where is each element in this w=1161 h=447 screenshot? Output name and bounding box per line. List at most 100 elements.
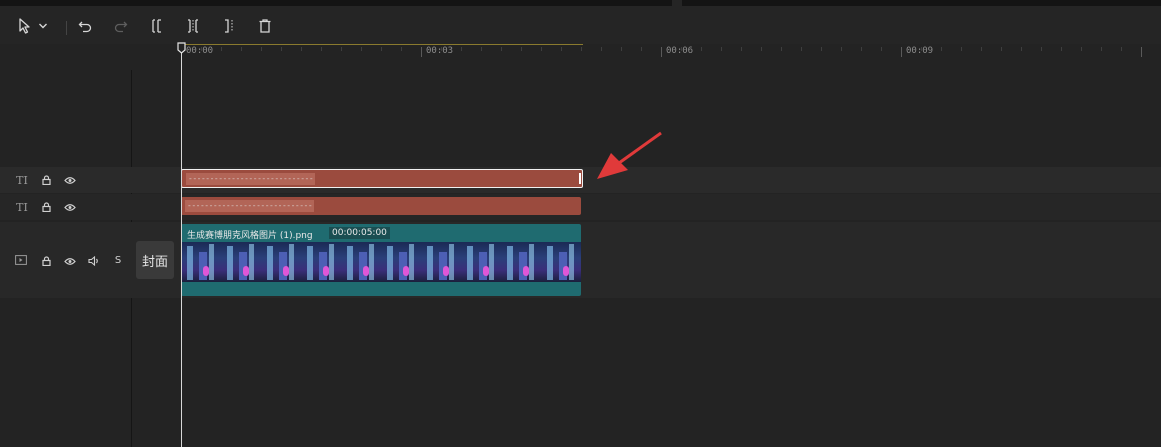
- text-clip[interactable]: -----------------------------: [181, 197, 581, 215]
- ruler-minor-tick: [261, 47, 262, 51]
- video-clip[interactable]: 生成赛博朋克风格图片 (1).png 00:00:05:00: [181, 224, 581, 296]
- ruler-minor-tick: [1061, 47, 1062, 51]
- ruler-minor-tick: [961, 47, 962, 51]
- text-clip-selected[interactable]: -----------------------------: [181, 169, 583, 188]
- eye-icon[interactable]: [63, 254, 77, 268]
- split-left-button[interactable]: [146, 15, 168, 37]
- clip-thumbnail: [301, 242, 341, 282]
- ruler-minor-tick: [381, 47, 382, 51]
- clip-thumbnail: [541, 242, 581, 282]
- delete-button[interactable]: [254, 15, 276, 37]
- ruler-minor-tick: [241, 47, 242, 51]
- ruler-label-6: 00:06: [666, 46, 694, 56]
- select-tool-dropdown[interactable]: [36, 15, 50, 37]
- playhead-handle-icon[interactable]: [177, 42, 186, 54]
- eye-icon[interactable]: [63, 200, 77, 214]
- redo-button[interactable]: [110, 15, 132, 37]
- clip-file-name: 生成赛博朋克风格图片 (1).png: [187, 231, 313, 241]
- split-icon: [188, 19, 198, 33]
- select-tool-button[interactable]: [14, 15, 36, 37]
- ruler-minor-tick: [941, 47, 942, 51]
- text-clip-label: -----------------------------: [185, 200, 315, 212]
- clip-thumbnail: [181, 242, 221, 282]
- speaker-icon[interactable]: [87, 254, 101, 268]
- ruler-minor-tick: [1081, 47, 1082, 51]
- ruler-minor-tick: [581, 47, 582, 51]
- split-right-button[interactable]: [218, 15, 240, 37]
- annotation-arrow-icon: [597, 131, 662, 179]
- ruler-minor-tick: [221, 47, 222, 51]
- ruler-label-9: 00:09: [906, 46, 934, 56]
- ruler-minor-tick: [1021, 47, 1022, 51]
- ruler-minor-tick: [321, 47, 322, 51]
- timeline-editor: 00:00 00:03 00:06 00:09 TI TI S 封面 -----…: [0, 0, 1161, 447]
- clip-thumbnail: [461, 242, 501, 282]
- clip-thumbnail: [341, 242, 381, 282]
- ruler-minor-tick: [801, 47, 802, 51]
- undo-icon: [78, 21, 92, 33]
- ruler-major-tick: [901, 47, 902, 57]
- playhead-line: [181, 52, 182, 447]
- ruler-minor-tick: [821, 47, 822, 51]
- ruler-minor-tick: [301, 47, 302, 51]
- ruler-major-tick: [421, 47, 422, 57]
- clip-thumbnail: [261, 242, 301, 282]
- clip-thumbnail-strip: [181, 242, 581, 282]
- timeline-ruler[interactable]: 00:00 00:03 00:06 00:09: [0, 44, 1161, 70]
- ruler-minor-tick: [721, 47, 722, 51]
- ruler-minor-tick: [641, 47, 642, 51]
- lock-icon[interactable]: [40, 173, 52, 187]
- clip-duration: 00:00:05:00: [329, 227, 390, 239]
- clip-thumbnail: [501, 242, 541, 282]
- lock-icon[interactable]: [40, 254, 52, 268]
- ruler-minor-tick: [841, 47, 842, 51]
- cursor-icon: [19, 18, 30, 34]
- split-button[interactable]: [182, 15, 204, 37]
- ruler-minor-tick: [501, 47, 502, 51]
- redo-icon: [114, 21, 128, 33]
- ruler-minor-tick: [621, 47, 622, 51]
- ruler-major-tick: [661, 47, 662, 57]
- video-track-icon: [14, 254, 28, 266]
- eye-icon[interactable]: [63, 173, 77, 187]
- ruler-minor-tick: [781, 47, 782, 51]
- ruler-minor-tick: [601, 47, 602, 51]
- ruler-minor-tick: [981, 47, 982, 51]
- ruler-minor-tick: [701, 47, 702, 51]
- ruler-minor-tick: [361, 47, 362, 51]
- text-track-icon: TI: [16, 173, 28, 187]
- text-clip-label: -----------------------------: [186, 173, 316, 185]
- undo-button[interactable]: [74, 15, 96, 37]
- clip-thumbnail: [381, 242, 421, 282]
- ruler-minor-tick: [1101, 47, 1102, 51]
- ruler-minor-tick: [481, 47, 482, 51]
- ruler-label-3: 00:03: [426, 46, 454, 56]
- clip-trim-handle[interactable]: [579, 173, 581, 184]
- trash-icon: [259, 19, 271, 33]
- played-range-indicator: [181, 44, 583, 45]
- chevron-down-icon: [39, 23, 47, 29]
- ruler-minor-tick: [1121, 47, 1122, 51]
- cover-button[interactable]: 封面: [136, 241, 174, 279]
- ruler-minor-tick: [461, 47, 462, 51]
- ruler-minor-tick: [1001, 47, 1002, 51]
- toolbar-divider: [66, 21, 67, 35]
- ruler-minor-tick: [741, 47, 742, 51]
- clip-thumbnail: [221, 242, 261, 282]
- ruler-major-tick: [1141, 47, 1142, 57]
- ruler-minor-tick: [881, 47, 882, 51]
- ruler-label-0: 00:00: [186, 46, 214, 56]
- ruler-minor-tick: [341, 47, 342, 51]
- timeline-toolbar: [0, 6, 1161, 44]
- ruler-minor-tick: [541, 47, 542, 51]
- ruler-minor-tick: [401, 47, 402, 51]
- lock-icon[interactable]: [40, 200, 52, 214]
- ruler-minor-tick: [1041, 47, 1042, 51]
- solo-toggle[interactable]: S: [111, 253, 125, 267]
- ruler-minor-tick: [861, 47, 862, 51]
- ruler-minor-tick: [281, 47, 282, 51]
- ruler-minor-tick: [561, 47, 562, 51]
- split-right-icon: [225, 19, 233, 33]
- clip-thumbnail: [421, 242, 461, 282]
- text-track-icon: TI: [16, 200, 28, 214]
